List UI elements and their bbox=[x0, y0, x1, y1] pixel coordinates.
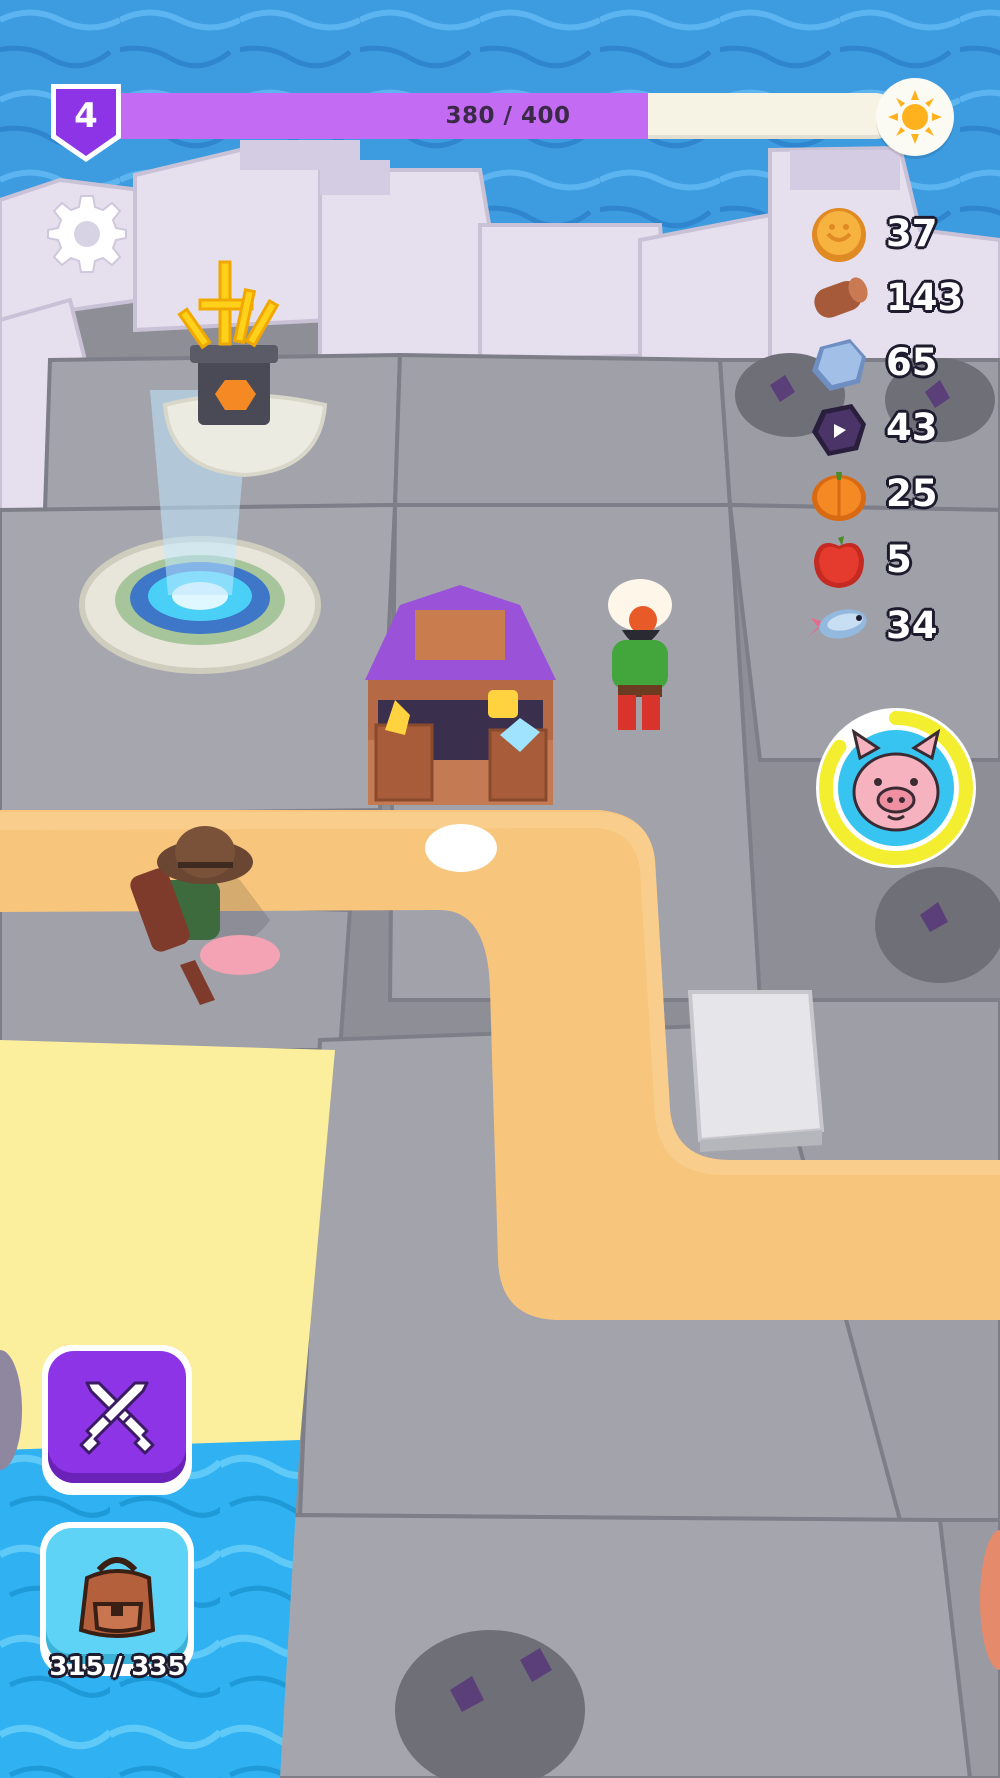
pet-cooldown-ring bbox=[816, 708, 976, 868]
resource-pumpkin: 25 bbox=[808, 466, 1000, 524]
level-number: 4 bbox=[74, 96, 98, 136]
resource-stone: 65 bbox=[808, 335, 1000, 393]
settings-button[interactable] bbox=[46, 192, 128, 274]
apple-icon bbox=[814, 536, 864, 588]
stone-block bbox=[687, 990, 825, 1152]
sun-icon bbox=[888, 90, 942, 144]
resource-fish-value: 34 bbox=[886, 604, 938, 647]
dark-crystal-icon bbox=[812, 404, 866, 456]
resource-coin-value: 37 bbox=[886, 212, 938, 255]
resource-wood: 143 bbox=[808, 270, 1000, 328]
backpack-capacity-text: 315 / 335 bbox=[49, 1652, 186, 1682]
wood-log-icon bbox=[814, 277, 868, 318]
resource-crystal-value: 43 bbox=[886, 406, 938, 449]
pet-button[interactable] bbox=[808, 700, 984, 876]
resource-coin: 37 bbox=[808, 206, 1000, 264]
backpack-icon bbox=[78, 1557, 156, 1638]
resource-pumpkin-value: 25 bbox=[886, 472, 938, 515]
backpack-button-face bbox=[46, 1528, 188, 1664]
resource-wood-value: 143 bbox=[886, 276, 964, 319]
xp-progress-bar: 380 / 400 bbox=[118, 93, 898, 139]
attack-button[interactable] bbox=[42, 1345, 192, 1495]
resource-fish: 34 bbox=[807, 598, 1000, 656]
crossed-swords-icon bbox=[79, 1381, 155, 1455]
resource-apple-value: 5 bbox=[886, 538, 912, 581]
fish-icon bbox=[807, 609, 867, 639]
attack-button-face bbox=[48, 1351, 186, 1483]
stone-icon bbox=[812, 339, 866, 391]
pumpkin-icon bbox=[812, 472, 866, 521]
resource-apple: 5 bbox=[808, 532, 1000, 590]
gear-icon bbox=[47, 195, 127, 273]
game-world bbox=[0, 0, 1000, 1778]
day-cycle-button[interactable] bbox=[876, 78, 954, 156]
resource-stone-value: 65 bbox=[886, 341, 938, 384]
xp-progress-text: 380 / 400 bbox=[445, 103, 571, 129]
level-badge: 4 bbox=[47, 80, 125, 166]
interaction-spot bbox=[425, 824, 497, 872]
resource-crystal: 43 bbox=[808, 400, 1000, 458]
coin-icon bbox=[812, 208, 866, 262]
